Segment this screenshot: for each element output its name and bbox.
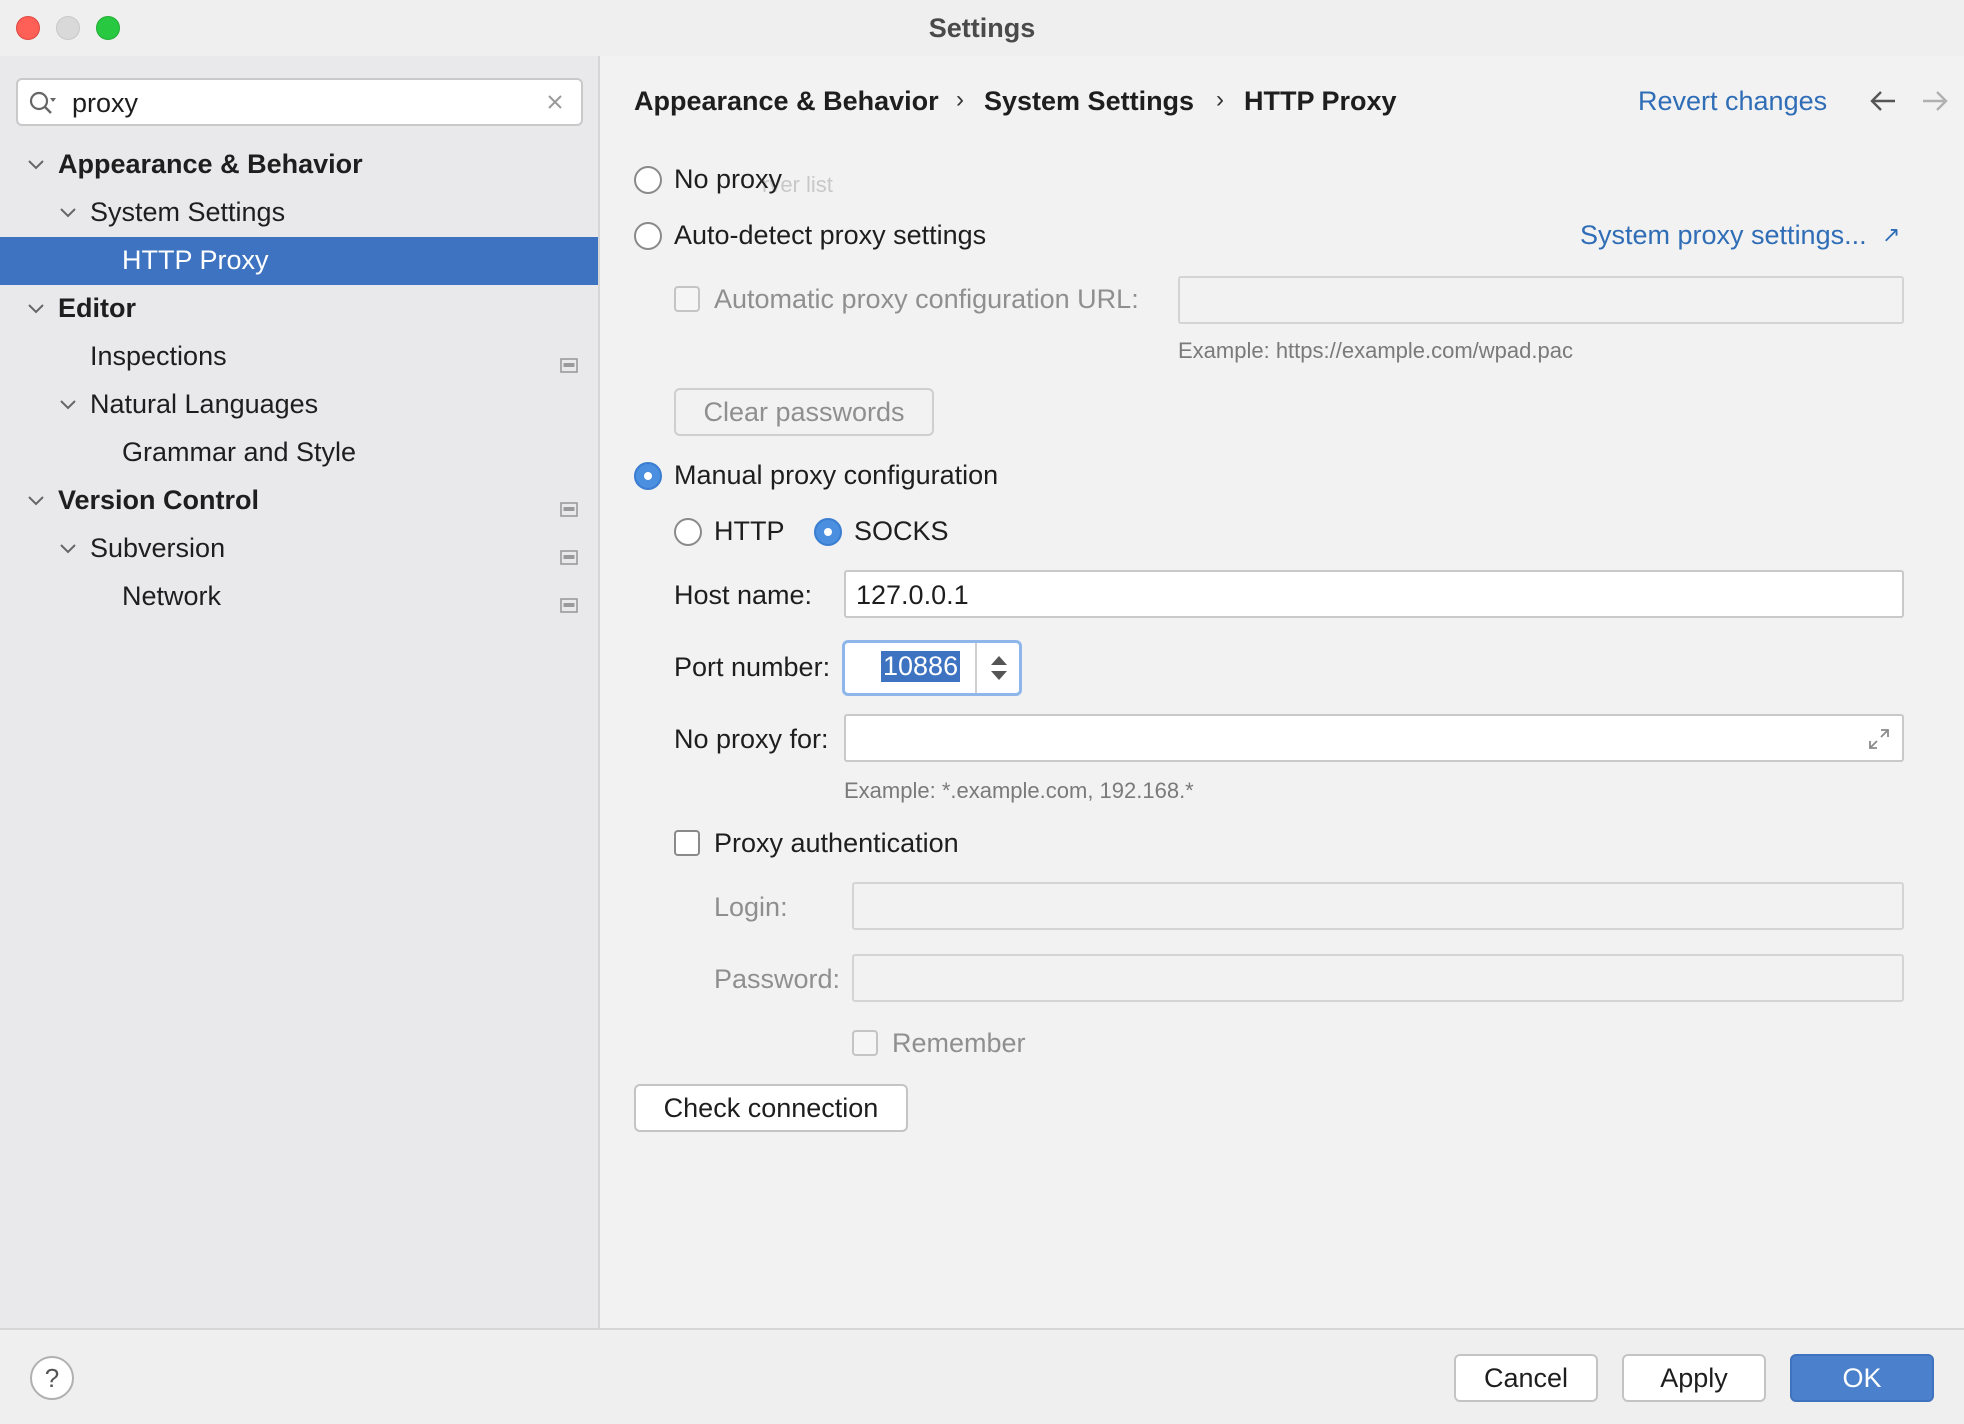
port-number-label: Port number: [674,652,831,682]
http-label[interactable]: HTTP [714,516,785,547]
forward-arrow-icon[interactable] [1920,88,1950,114]
password-label: Password: [714,964,841,994]
sidebar-item-label: Appearance & Behavior [58,149,363,179]
project-settings-icon [560,589,578,613]
project-settings-icon [560,493,578,517]
breadcrumb-item[interactable]: Appearance & Behavior [634,86,939,117]
revert-changes-link[interactable]: Revert changes [1638,86,1827,117]
sidebar-item-natural-languages[interactable]: Natural Languages [0,381,598,429]
http-radio[interactable] [674,518,702,546]
sidebar-item-label: Inspections [90,341,227,371]
settings-content: Appearance & Behavior › System Settings … [602,56,1964,1328]
auto-proxy-url-example: Example: https://example.com/wpad.pac [1178,338,1573,363]
sidebar-item-label: Natural Languages [90,389,319,419]
socks-radio[interactable] [814,518,842,546]
sidebar-item-network[interactable]: Network [0,573,598,621]
system-proxy-settings-link[interactable]: System proxy settings... [1580,220,1867,251]
breadcrumb-separator: › [956,86,964,113]
proxy-authentication-label[interactable]: Proxy authentication [714,828,959,859]
sidebar-item-inspections[interactable]: Inspections [0,333,598,381]
clear-search-icon[interactable] [543,90,567,114]
no-proxy-for-example: Example: *.example.com, 192.168.* [844,778,1194,803]
remember-checkbox[interactable] [852,1030,878,1056]
remember-label[interactable]: Remember [892,1028,1026,1059]
no-proxy-label[interactable]: No proxy [674,164,782,195]
sidebar-item-http-proxy[interactable]: HTTP Proxy [0,237,598,285]
sidebar-item-label: Grammar and Style [122,437,357,467]
chevron-down-icon[interactable] [56,201,80,225]
sidebar-item-system-settings[interactable]: System Settings [0,189,598,237]
window-title: Settings [928,13,1036,43]
sidebar-item-label: System Settings [90,197,286,227]
help-button[interactable]: ? [30,1356,74,1400]
no-proxy-radio[interactable] [634,166,662,194]
project-settings-icon [560,541,578,565]
sidebar-item-grammar-and-style[interactable]: Grammar and Style [0,429,598,477]
cancel-button[interactable]: Cancel [1454,1354,1598,1402]
sidebar-item-appearance-behavior[interactable]: Appearance & Behavior [0,141,598,189]
settings-window: Settings Appearance & Behavior System Se… [0,0,1964,1424]
manual-proxy-radio[interactable] [634,462,662,490]
settings-sidebar: Appearance & Behavior System Settings HT… [0,56,600,1328]
sidebar-item-editor[interactable]: Editor [0,285,598,333]
auto-detect-radio[interactable] [634,222,662,250]
chevron-down-icon[interactable] [24,489,48,513]
chevron-down-icon[interactable] [24,297,48,321]
breadcrumb-separator: › [1216,86,1224,113]
manual-proxy-label[interactable]: Manual proxy configuration [674,460,998,491]
no-proxy-for-label: No proxy for: [674,724,829,754]
sidebar-item-label: Subversion [90,533,226,563]
clear-passwords-button[interactable]: Clear passwords [674,388,934,436]
password-field[interactable] [852,954,1904,1002]
auto-proxy-url-field[interactable] [1178,276,1904,324]
proxy-authentication-checkbox[interactable] [674,830,700,856]
breadcrumb-item[interactable]: System Settings [984,86,1194,117]
expand-icon[interactable] [1866,726,1892,752]
search-box[interactable] [16,78,583,126]
apply-button[interactable]: Apply [1622,1354,1766,1402]
up-down-arrows-icon[interactable] [975,643,1019,693]
chevron-down-icon[interactable] [24,153,48,177]
sidebar-item-subversion[interactable]: Subversion [0,525,598,573]
port-number-stepper[interactable]: 10886 [842,640,1022,696]
host-name-field[interactable]: 127.0.0.1 [844,570,1904,618]
project-settings-icon [560,349,578,373]
login-label: Login: [714,892,788,922]
sidebar-item-label: Network [122,581,222,611]
login-field[interactable] [852,882,1904,930]
host-name-label: Host name: [674,580,813,610]
ok-button[interactable]: OK [1790,1354,1934,1402]
no-proxy-for-field[interactable] [844,714,1904,762]
sidebar-item-label: Editor [58,293,136,323]
chevron-down-icon[interactable] [56,393,80,417]
external-link-icon: ↗ [1882,222,1901,247]
back-arrow-icon[interactable] [1868,88,1898,114]
auto-detect-label[interactable]: Auto-detect proxy settings [674,220,986,251]
breadcrumb-item: HTTP Proxy [1244,86,1397,116]
port-number-value[interactable]: 10886 [881,651,961,682]
sidebar-item-version-control[interactable]: Version Control [0,477,598,525]
search-icon[interactable] [28,90,58,116]
auto-proxy-url-label: Automatic proxy configuration URL: [714,284,1139,314]
chevron-down-icon[interactable] [56,537,80,561]
dialog-footer: ? Cancel Apply OK [0,1328,1964,1424]
search-input[interactable] [72,86,522,120]
auto-proxy-url-checkbox[interactable] [674,286,700,312]
socks-label[interactable]: SOCKS [854,516,949,547]
title-bar: Settings [0,0,1964,56]
sidebar-item-label: Version Control [58,485,260,515]
sidebar-item-label: HTTP Proxy [122,245,269,275]
check-connection-button[interactable]: Check connection [634,1084,908,1132]
